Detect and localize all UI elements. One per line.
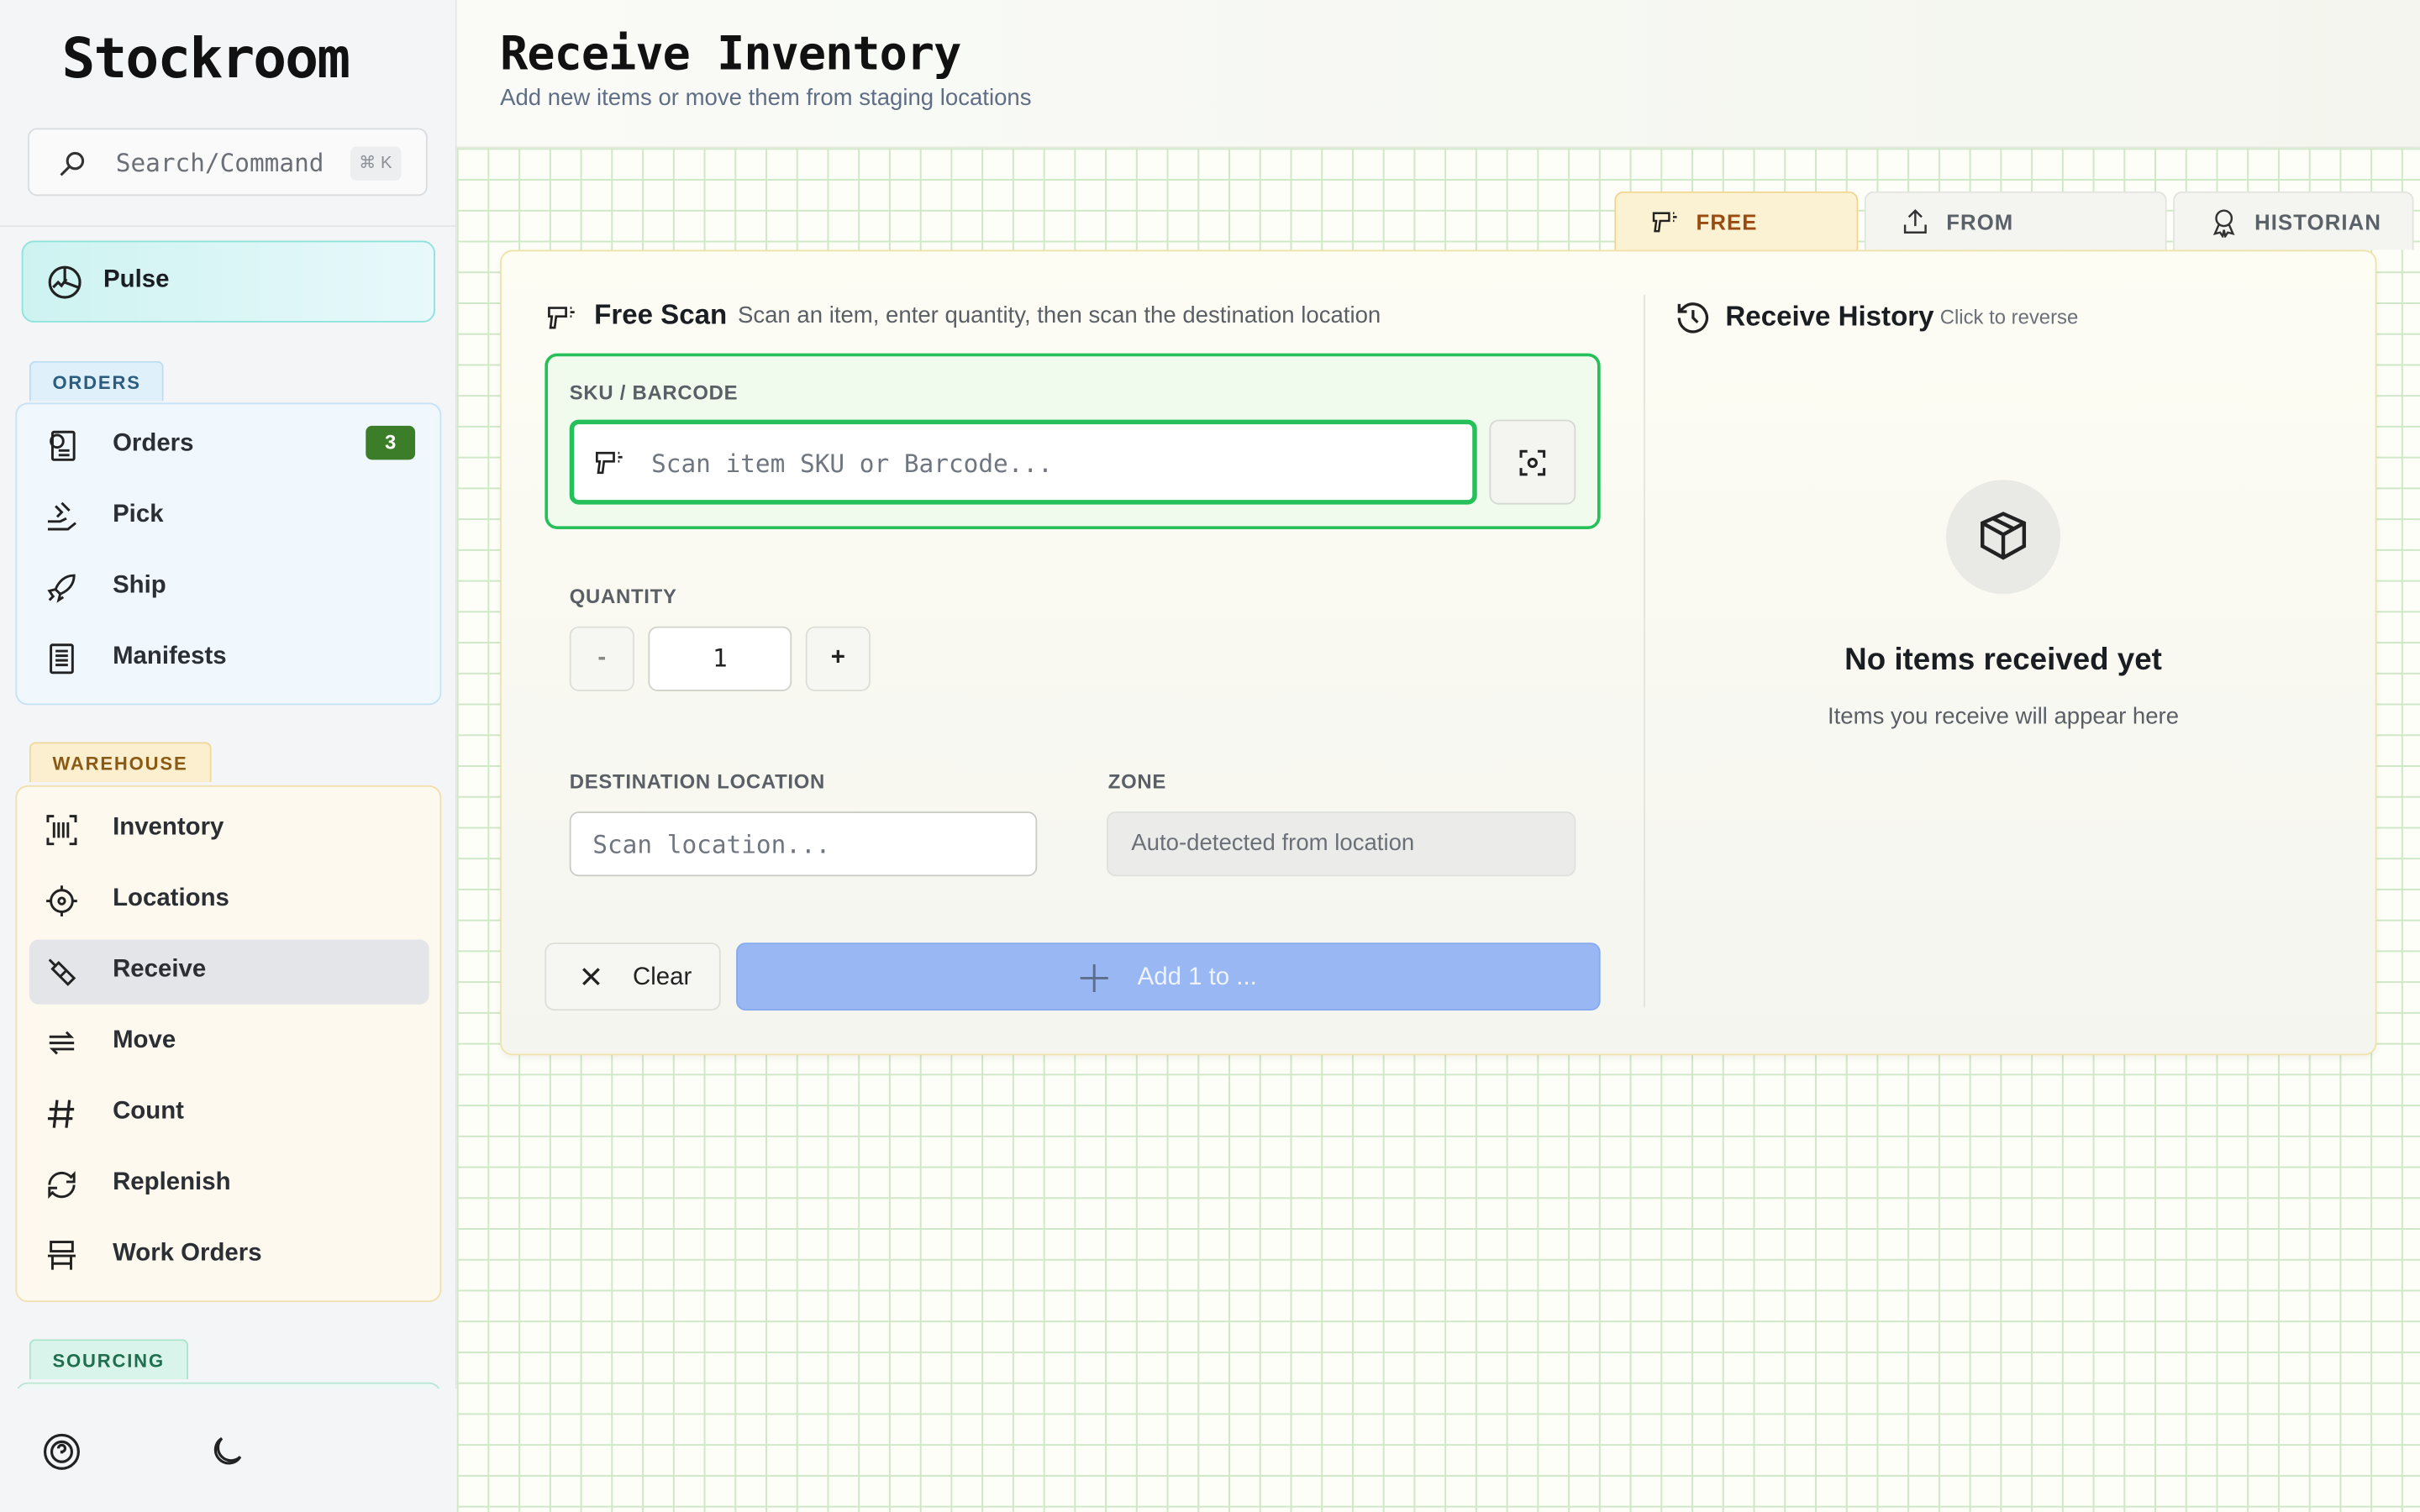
zone-field: Auto-detected from location — [1106, 811, 1576, 877]
pulse-label: Pulse — [103, 266, 170, 293]
main-content: Receive Inventory Add new items or move … — [456, 0, 2420, 1512]
sidebar-item-work-orders[interactable]: Work Orders — [29, 1224, 429, 1289]
tab-historian[interactable]: HISTORIAN — [2172, 191, 2414, 250]
sidebar-footer — [0, 1389, 457, 1512]
sidebar-divider — [0, 225, 457, 227]
sidebar-item-pick[interactable]: Pick — [29, 485, 429, 549]
sidebar-item-label: Move — [113, 1027, 176, 1054]
sidebar: Stockroom Search/Command ⌘ K Pulse ORDER… — [0, 0, 457, 1512]
help-icon[interactable] — [42, 1431, 82, 1472]
orders-group: Orders 3 Pick Ship Manifests — [15, 402, 442, 706]
section-tag-orders: ORDERS — [29, 360, 165, 402]
sidebar-item-label: Orders — [113, 430, 194, 457]
page-subtitle: Add new items or move them from staging … — [500, 85, 1032, 112]
zone-label: ZONE — [1107, 769, 1167, 794]
clear-button-label: Clear — [633, 963, 692, 991]
pulse-chart-icon — [48, 265, 82, 299]
plus-icon — [1080, 963, 1108, 992]
sku-input-wrapper — [569, 419, 1477, 505]
empty-state-title: No items received yet — [1844, 643, 2162, 678]
scanner-gun-icon — [1652, 212, 1677, 233]
sku-input[interactable] — [651, 443, 1455, 483]
upload-icon — [1904, 208, 1927, 234]
camera-scan-icon — [1519, 449, 1546, 476]
tab-label: HISTORIAN — [2254, 209, 2382, 235]
empty-state-badge — [1946, 480, 2060, 595]
orders-receipt-icon — [50, 430, 76, 461]
receive-mode-tabs: FREE SCAN FROM LOCATION HISTORIAN — [1614, 191, 2420, 293]
destination-label: DESTINATION LOCATION — [569, 769, 826, 794]
package-box-icon — [1981, 512, 2027, 560]
receive-history-title: Receive History — [1725, 301, 1934, 332]
free-scan-title: Free Scan — [594, 299, 728, 331]
sidebar-item-replenish[interactable]: Replenish — [29, 1152, 429, 1217]
add-button-label: Add 1 to ... — [1137, 963, 1257, 991]
cycle-icon — [48, 1171, 76, 1199]
receive-history-hint: Click to reverse — [1939, 305, 2079, 329]
search-placeholder: Search/Command — [115, 148, 324, 178]
quantity-decrement-button[interactable]: - — [569, 626, 634, 691]
sidebar-item-pulse[interactable]: Pulse — [21, 240, 435, 323]
sidebar-item-manifests[interactable]: Manifests — [29, 627, 429, 691]
sidebar-item-count[interactable]: Count — [29, 1082, 429, 1147]
clear-button[interactable]: Clear — [544, 942, 721, 1011]
barcode-scan-icon — [46, 815, 77, 846]
sidebar-item-ship[interactable]: Ship — [29, 555, 429, 620]
add-button[interactable]: Add 1 to ... — [736, 942, 1601, 1011]
sidebar-item-orders[interactable]: Orders 3 — [29, 413, 429, 478]
section-tag-warehouse: WAREHOUSE — [29, 742, 212, 783]
camera-scan-button[interactable] — [1489, 419, 1576, 505]
sidebar-item-receive[interactable]: Receive — [29, 939, 429, 1005]
sku-field-group: SKU / BARCODE — [544, 353, 1601, 529]
search-icon — [60, 151, 85, 176]
workbench-icon — [47, 1241, 76, 1270]
moon-icon[interactable] — [207, 1431, 247, 1472]
award-icon — [2212, 209, 2235, 238]
search-command-input[interactable]: Search/Command ⌘ K — [28, 128, 428, 197]
tab-from-location[interactable]: FROM LOCATION — [1864, 191, 2167, 293]
sidebar-item-label: Locations — [113, 885, 229, 912]
sidebar-item-label: Replenish — [113, 1169, 231, 1196]
document-list-icon — [50, 643, 74, 675]
quantity-increment-button[interactable]: + — [805, 626, 871, 691]
tab-free-scan[interactable]: FREE SCAN — [1614, 191, 1859, 293]
free-scan-description: Scan an item, enter quantity, then scan … — [737, 302, 1381, 329]
sidebar-item-label: Ship — [113, 572, 166, 599]
page-header: Receive Inventory Add new items or move … — [456, 0, 2420, 149]
hand-receive-icon — [48, 958, 76, 986]
quantity-label: QUANTITY — [569, 585, 677, 608]
sidebar-item-label: Pick — [113, 501, 164, 528]
search-shortcut: ⌘ K — [350, 146, 402, 181]
section-tag-sourcing: SOURCING — [29, 1339, 188, 1380]
hand-pick-icon — [47, 501, 76, 531]
history-clock-icon — [1677, 302, 1708, 333]
destination-location-input[interactable] — [592, 827, 1010, 861]
scanner-gun-icon — [595, 451, 623, 475]
crosshair-icon — [46, 885, 77, 916]
close-icon — [582, 968, 600, 985]
quantity-input[interactable]: 1 — [648, 626, 792, 691]
sku-label: SKU / BARCODE — [569, 381, 739, 405]
arrows-transfer-icon — [49, 1031, 75, 1055]
sidebar-item-label: Receive — [113, 956, 207, 983]
sidebar-item-move[interactable]: Move — [29, 1011, 429, 1075]
destination-input-wrapper — [569, 811, 1038, 877]
free-scan-card: Free Scan Scan an item, enter quantity, … — [500, 249, 2377, 1056]
panel-divider — [1644, 294, 1645, 1008]
sidebar-item-inventory[interactable]: Inventory — [29, 798, 429, 863]
rocket-icon — [47, 574, 76, 603]
brand-logo[interactable]: Stockroom — [61, 28, 350, 91]
sidebar-item-locations[interactable]: Locations — [29, 869, 429, 933]
sidebar-item-label: Count — [113, 1098, 184, 1125]
page-title: Receive Inventory — [500, 28, 961, 82]
orders-count-badge: 3 — [366, 425, 416, 460]
sidebar-item-label: Work Orders — [113, 1240, 262, 1267]
warehouse-group: Inventory Locations Receive Move Count R… — [15, 785, 442, 1303]
empty-state-subtitle: Items you receive will appear here — [1827, 703, 2180, 730]
scanner-gun-icon — [548, 307, 575, 329]
sidebar-item-label: Inventory — [113, 814, 224, 842]
sidebar-item-label: Manifests — [113, 643, 227, 670]
hash-icon — [47, 1100, 75, 1128]
